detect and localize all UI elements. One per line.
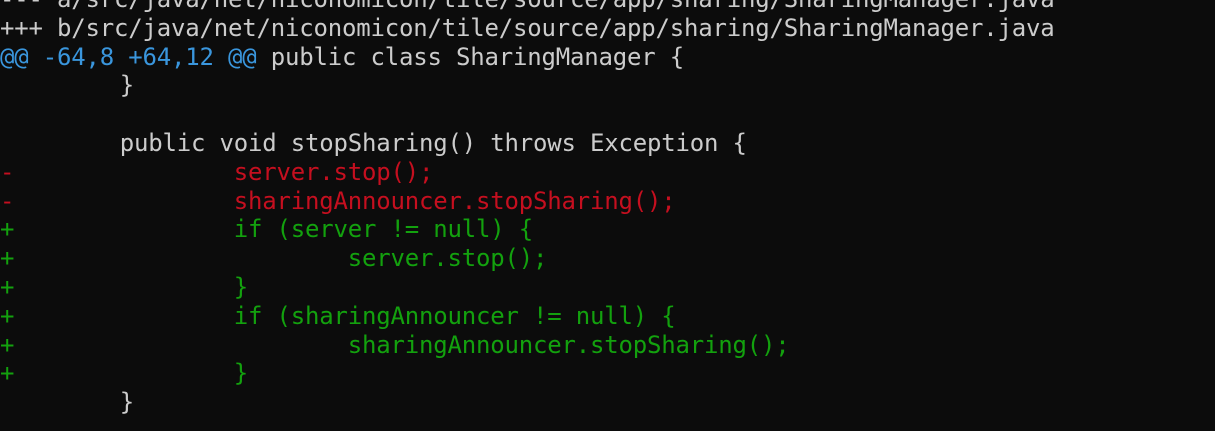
diff-old-file-header: --- a/src/java/net/niconomicon/tile/sour…	[0, 0, 1055, 14]
diff-line-text: }	[20, 71, 134, 100]
diff-line-text: server.stop();	[20, 157, 434, 186]
diff-line: public void stopSharing() throws Excepti…	[0, 129, 1054, 158]
diff-marker: -	[0, 157, 15, 186]
diff-hunk-header: @@ -64,8 +64,12 @@ public class SharingM…	[0, 43, 1054, 72]
diff-marker: -	[0, 186, 15, 215]
diff-marker: +	[0, 301, 15, 330]
diff-line-text: }	[20, 359, 248, 388]
diff-line-removed: - server.stop();	[0, 158, 1054, 187]
diff-line-added: + sharingAnnouncer.stopSharing();	[0, 331, 1054, 360]
diff-line-added: + if (server != null) {	[0, 215, 1054, 244]
diff-marker: +	[0, 272, 15, 301]
diff-line-added: + }	[0, 359, 1054, 388]
hunk-range: @@ -64,8 +64,12 @@	[0, 42, 257, 71]
diff-line-text: public void stopSharing() throws Excepti…	[20, 128, 747, 157]
diff-output: --- a/src/java/net/niconomicon/tile/sour…	[0, 0, 1055, 417]
diff-line-removed: - sharingAnnouncer.stopSharing();	[0, 187, 1054, 216]
diff-line-text: sharingAnnouncer.stopSharing();	[20, 330, 790, 359]
diff-line-text: sharingAnnouncer.stopSharing();	[20, 186, 676, 215]
diff-line: }	[0, 71, 1054, 100]
diff-new-file-header: +++ b/src/java/net/niconomicon/tile/sour…	[0, 13, 1055, 42]
diff-line	[0, 100, 1054, 129]
diff-marker	[0, 388, 20, 417]
diff-marker	[0, 71, 20, 100]
diff-line-added: + }	[0, 273, 1054, 302]
diff-marker	[0, 129, 20, 158]
diff-line-text: }	[20, 388, 134, 417]
diff-line-added: + server.stop();	[0, 244, 1054, 273]
diff-line-text: if (server != null) {	[20, 215, 533, 244]
diff-marker: +	[0, 244, 15, 273]
terminal-window[interactable]: --- a/src/java/net/niconomicon/tile/sour…	[0, 0, 1215, 431]
diff-marker: +	[0, 215, 15, 244]
hunk-context: public class SharingManager {	[256, 42, 684, 71]
diff-marker: +	[0, 359, 15, 388]
diff-line: }	[0, 388, 1054, 417]
diff-marker: +	[0, 330, 15, 359]
diff-marker	[0, 100, 20, 129]
diff-line-text: server.stop();	[20, 244, 548, 273]
diff-line-text: if (sharingAnnouncer != null) {	[20, 301, 676, 330]
diff-line-text: }	[20, 272, 248, 301]
diff-line-added: + if (sharingAnnouncer != null) {	[0, 302, 1054, 331]
